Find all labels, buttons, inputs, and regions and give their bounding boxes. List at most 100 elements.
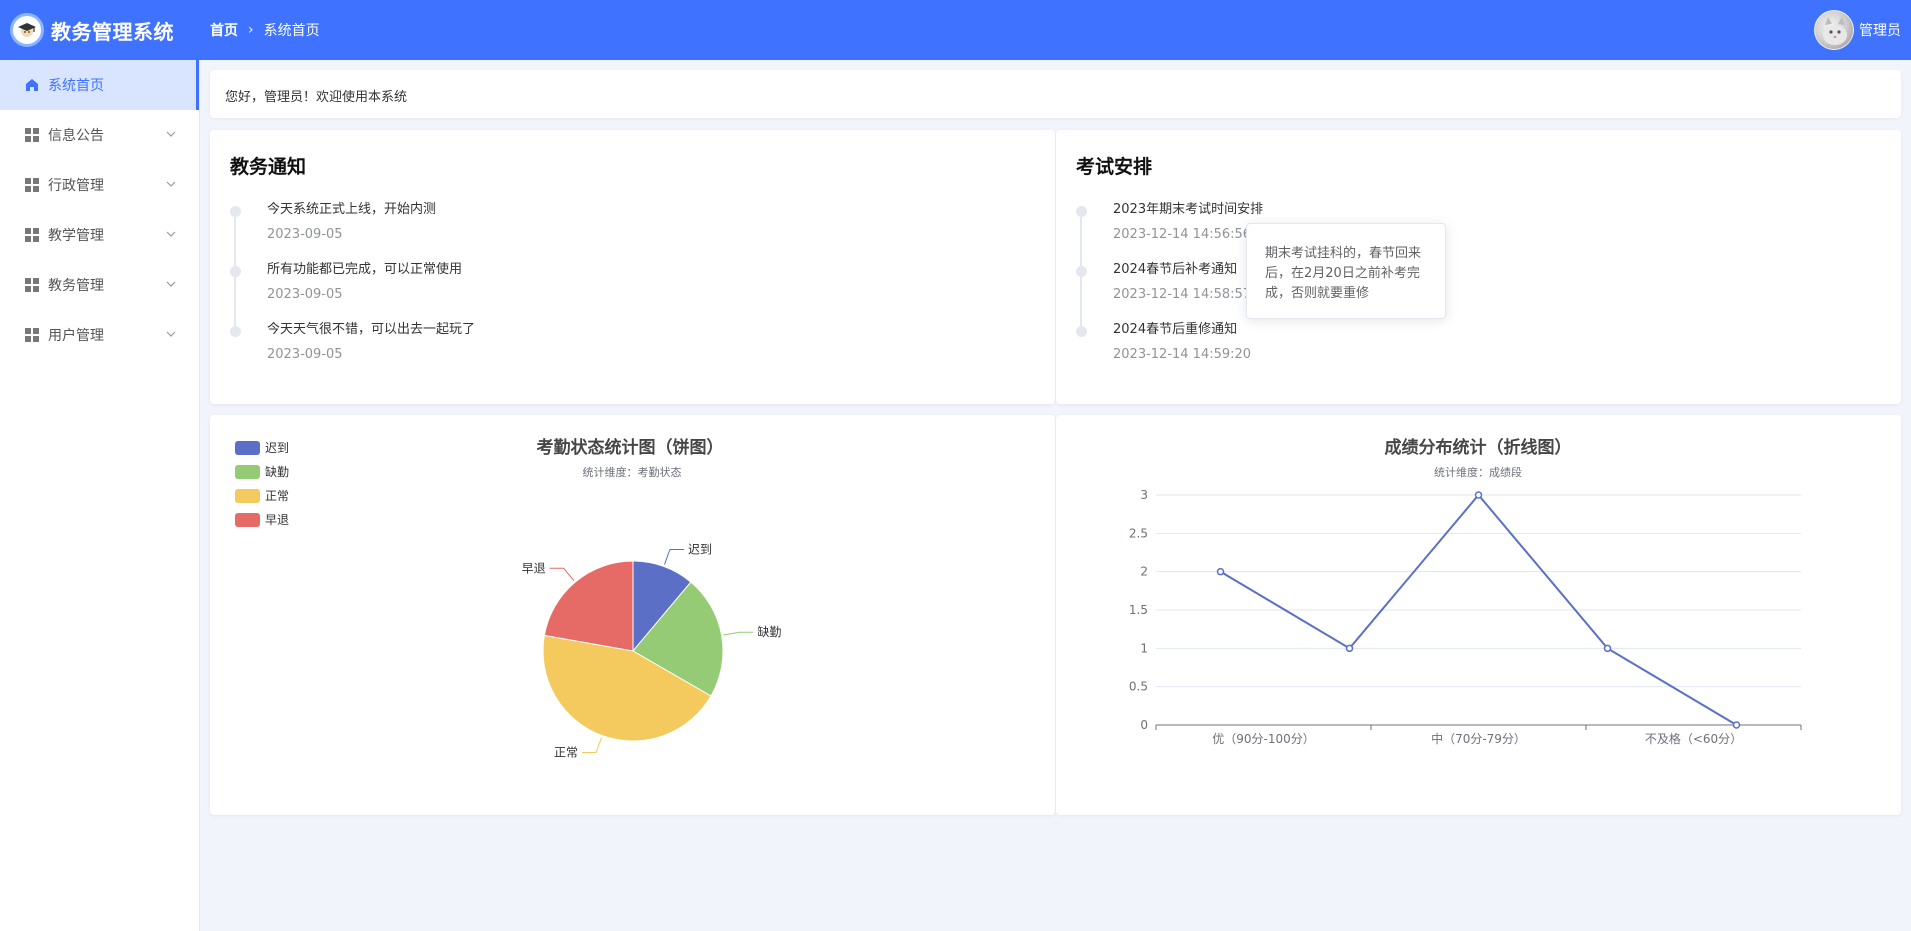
sidebar-item-label: 行政管理 [48,178,104,194]
x-tick-label: 中（70分-79分） [1431,731,1526,746]
sidebar-item-label: 信息公告 [48,128,104,144]
exam-tooltip: 期末考试挂科的，春节回来后，在2月20日之前补考完成，否则就要重修 [1246,223,1446,319]
timeline-date: 2023-09-05 [267,227,343,242]
sidebar-item-users[interactable]: 用户管理 [0,310,199,360]
timeline-dot [230,266,241,277]
pie-slice-label-0: 迟到 [688,543,712,557]
score-chart-card: 成绩分布统计（折线图） 统计维度：成绩段 0 0.5 1 1.5 2 2.5 3 优（90分-… [1056,415,1901,815]
pie-label-line-1 [723,631,754,636]
timeline-item[interactable]: 2023年期末考试时间安排 2023-12-14 14:56:56 [1076,200,1264,266]
pie-chart: 考勤状态统计图（饼图） 统计维度：考勤状态 迟到缺勤正常 早退 [522,437,782,759]
user-menu[interactable]: 管理员 [1814,10,1901,50]
breadcrumb-home[interactable]: 首页 [210,20,238,40]
chevron-down-icon [165,228,177,244]
timeline-text: 2024春节后重修通知 [1113,322,1238,337]
chevron-down-icon [165,328,177,344]
timeline-item[interactable]: 所有功能都已完成，可以正常使用 2023-09-05 [230,260,475,326]
sidebar-item-home[interactable]: 系统首页 [0,60,199,110]
notices-title: 教务通知 [230,156,307,178]
pie-label-line-2 [582,737,603,753]
pie-slice-3[interactable] [543,560,634,652]
welcome-banner: 您好，管理员！欢迎使用本系统 [210,70,1901,118]
y-tick-label: 2 [1140,565,1148,579]
x-tick-label: 优（90分-100分） [1212,732,1315,746]
pie-label-line-0 [663,549,684,565]
y-tick-label: 1.5 [1129,603,1148,617]
exams-card: 考试安排 2023年期末考试时间安排 2023-12-14 14:56:56 2… [1056,130,1901,404]
graduation-cap-icon [10,13,44,47]
y-tick-label: 2.5 [1129,526,1148,540]
sidebar-item-academic-affairs[interactable]: 教务管理 [0,260,199,310]
notices-card: 教务通知 今天系统正式上线，开始内测 2023-09-05 所有功能都已完成，可… [210,130,1055,404]
chevron-down-icon [165,178,177,194]
pie-subtitle: 统计维度：考勤状态 [583,465,682,479]
pie-slice-label-3: 早退 [522,561,546,575]
sidebar-item-administration[interactable]: 行政管理 [0,160,199,210]
logo[interactable]: 教务管理系统 [0,13,200,47]
pie-label-line-3 [549,567,575,581]
line-subtitle: 统计维度：成绩段 [1434,465,1522,479]
timeline-text: 今天天气很不错，可以出去一起玩了 [267,322,476,337]
breadcrumb-current: 系统首页 [263,23,320,39]
grid-icon [24,327,40,343]
welcome-text: 您好，管理员！欢迎使用本系统 [225,90,408,105]
timeline-dot [230,326,241,337]
exams-timeline: 2023年期末考试时间安排 2023-12-14 14:56:56 2024春节… [1076,200,1263,380]
avatar[interactable] [1814,10,1854,50]
timeline-date: 2023-12-14 14:59:20 [1113,347,1252,362]
grid-icon [24,227,40,243]
user-name: 管理员 [1859,23,1901,39]
line-point-3[interactable] [1603,644,1612,653]
timeline-line [234,277,236,326]
grid-icon [24,177,40,193]
chevron-down-icon [165,278,177,294]
sidebar-item-label: 教学管理 [48,228,104,244]
timeline-text: 2024春节后补考通知 [1113,262,1238,277]
app-title: 教务管理系统 [51,19,174,44]
timeline-line [1080,277,1082,326]
grid-icon [24,127,40,143]
sidebar-item-label: 用户管理 [48,328,104,344]
breadcrumb-separator: › [248,22,254,38]
home-icon [24,77,40,93]
line-title: 成绩分布统计（折线图） [1385,437,1572,458]
pie-title: 考勤状态统计图（饼图） [536,437,724,458]
pie-slice-label-1: 缺勤 [757,624,781,639]
line-point-0[interactable] [1216,567,1225,576]
timeline-item[interactable]: 今天系统正式上线，开始内测 2023-09-05 [230,200,475,266]
timeline-date: 2023-12-14 14:56:56 [1113,227,1252,242]
timeline-item[interactable]: 2024春节后重修通知 2023-12-14 14:59:20 [1076,320,1263,380]
sidebar-item-teaching[interactable]: 教学管理 [0,210,199,260]
timeline-item[interactable]: 今天天气很不错，可以出去一起玩了 2023-09-05 [230,320,475,380]
timeline-text: 2023年期末考试时间安排 [1113,202,1264,217]
timeline-date: 2023-12-14 14:58:57 [1113,287,1252,302]
top-header: 教务管理系统 首页 › 系统首页 管理员 [0,0,1911,60]
attendance-chart-card: 迟到 缺勤 正常 早退 考勤状态统计图（饼图） 统计维度：考勤状态 迟到 缺勤 正常… [210,415,1055,815]
sidebar-item-announcements[interactable]: 信息公告 [0,110,199,160]
timeline-date: 2023-09-05 [267,287,343,302]
y-tick-label: 3 [1140,488,1148,502]
timeline-text: 今天系统正式上线，开始内测 [267,202,437,217]
timeline-line [234,217,236,266]
timeline-dot [230,206,241,217]
timeline-item[interactable]: 2024春节后补考通知 2023-12-14 14:58:57 [1076,260,1263,326]
tooltip-text: 期末考试挂科的，春节回来后，在2月20日之前补考完成，否则就要重修 [1265,246,1422,301]
line-point-1[interactable] [1345,644,1354,653]
timeline-dot [1076,206,1087,217]
sidebar-item-label: 系统首页 [48,78,104,94]
chevron-down-icon [165,128,177,144]
line-point-4[interactable] [1732,721,1741,729]
timeline-dot [1076,266,1087,277]
breadcrumb: 首页 › 系统首页 [210,20,320,40]
x-tick-label: 不及格（<60分） [1645,731,1742,746]
y-tick-label: 1 [1140,641,1148,655]
y-tick-label: 0 [1140,718,1148,732]
timeline-date: 2023-09-05 [267,347,343,362]
timeline-text: 所有功能都已完成，可以正常使用 [267,262,463,277]
line-chart: 成绩分布统计（折线图） 统计维度：成绩段 0 0.5 1 1.5 2 2.5 3 优（90分-… [1129,437,1802,746]
exams-title: 考试安排 [1076,156,1153,178]
sidebar: 系统首页 信息公告 行政管理 教学管理 教务管理 用户管理 [0,60,200,931]
y-tick-label: 0.5 [1129,680,1148,694]
line-point-2[interactable] [1474,491,1483,499]
timeline-line [1080,217,1082,266]
